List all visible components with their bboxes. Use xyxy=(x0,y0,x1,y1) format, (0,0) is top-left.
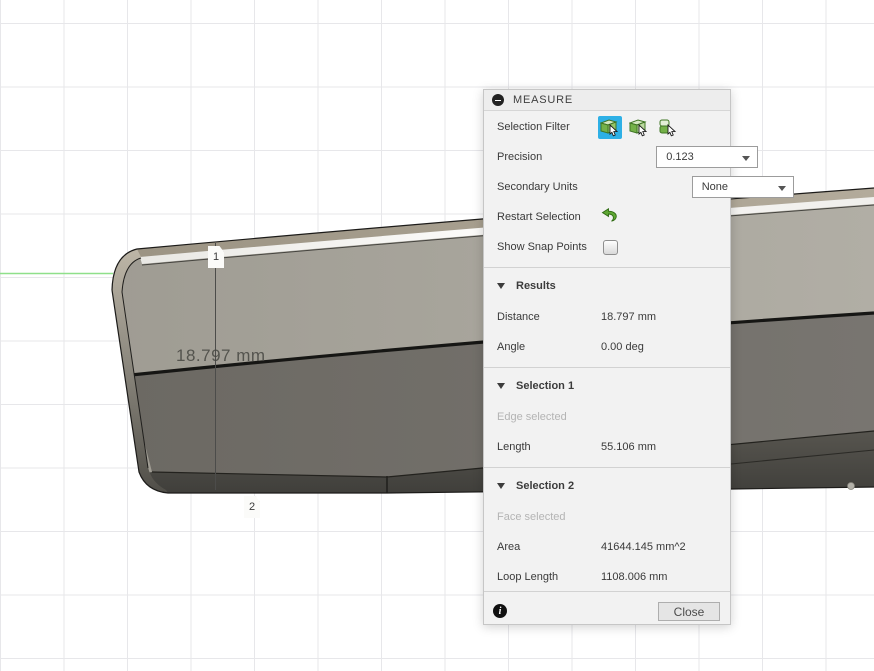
face-cube-icon xyxy=(629,118,649,137)
show-snap-points-row: Show Snap Points xyxy=(484,236,730,258)
chevron-down-icon xyxy=(742,156,750,161)
precision-label: Precision xyxy=(497,151,542,163)
precision-dropdown[interactable]: 0.123 xyxy=(656,146,758,168)
body-cube-icon xyxy=(600,118,620,137)
section-divider xyxy=(484,267,730,268)
results-header[interactable]: Results xyxy=(484,279,730,293)
undo-arrow-icon xyxy=(600,208,617,223)
show-snap-points-label: Show Snap Points xyxy=(497,241,587,253)
selection-filter-icons xyxy=(598,116,680,139)
selection2-header[interactable]: Selection 2 xyxy=(484,479,730,493)
close-button-label: Close xyxy=(674,605,705,619)
info-icon[interactable]: i xyxy=(493,604,507,618)
selection-filter-label: Selection Filter xyxy=(497,121,570,133)
distance-value: 18.797 mm xyxy=(601,311,656,323)
area-value: 41644.145 mm^2 xyxy=(601,541,686,553)
secondary-units-row: Secondary Units None xyxy=(484,176,730,198)
dialog-title: MEASURE xyxy=(513,94,573,106)
secondary-units-label: Secondary Units xyxy=(497,181,578,193)
point-2-label: 2 xyxy=(249,501,255,513)
area-row: Area 41644.145 mm^2 xyxy=(484,540,730,554)
show-snap-points-checkbox[interactable] xyxy=(603,240,618,255)
loop-length-value: 1108.006 mm xyxy=(601,571,667,583)
distance-label: Distance xyxy=(497,311,540,323)
measure-point-2-flag: 2 xyxy=(244,496,260,518)
loop-length-row: Loop Length 1108.006 mm xyxy=(484,570,730,584)
collapse-triangle-icon xyxy=(497,483,505,489)
selection1-status: Edge selected xyxy=(497,411,567,423)
footer-divider xyxy=(484,591,730,592)
viewport: 18.797 mm 1 2 xyxy=(0,0,874,671)
length-label: Length xyxy=(497,441,531,453)
selection1-header[interactable]: Selection 1 xyxy=(484,379,730,393)
secondary-units-dropdown[interactable]: None xyxy=(692,176,794,198)
section-divider xyxy=(484,467,730,468)
selection2-status-row: Face selected xyxy=(484,510,730,524)
selection1-status-row: Edge selected xyxy=(484,410,730,424)
selection2-title: Selection 2 xyxy=(516,480,574,492)
restart-selection-label: Restart Selection xyxy=(497,211,581,223)
length-row: Length 55.106 mm xyxy=(484,440,730,454)
measure-point-1-flag: 1 xyxy=(208,246,224,268)
select-component-filter-button[interactable] xyxy=(656,116,680,139)
selection-filter-row: Selection Filter xyxy=(484,114,730,140)
snap-point-dot xyxy=(848,483,855,490)
measure-dialog: MEASURE Selection Filter xyxy=(483,89,731,625)
select-body-filter-button[interactable] xyxy=(598,116,622,139)
loop-length-label: Loop Length xyxy=(497,571,558,583)
section-divider xyxy=(484,367,730,368)
cad-scene xyxy=(0,0,874,671)
angle-row: Angle 0.00 deg xyxy=(484,340,730,354)
selection2-status: Face selected xyxy=(497,511,565,523)
precision-row: Precision 0.123 xyxy=(484,146,730,168)
secondary-units-value: None xyxy=(702,181,728,193)
restart-selection-row: Restart Selection xyxy=(484,206,730,228)
area-label: Area xyxy=(497,541,520,553)
close-button[interactable]: Close xyxy=(658,602,720,621)
component-body-icon xyxy=(658,118,678,137)
select-face-filter-button[interactable] xyxy=(627,116,651,139)
selection1-title: Selection 1 xyxy=(516,380,574,392)
collapse-triangle-icon xyxy=(497,283,505,289)
distance-row: Distance 18.797 mm xyxy=(484,310,730,324)
length-value: 55.106 mm xyxy=(601,441,656,453)
dialog-titlebar: MEASURE xyxy=(484,90,730,111)
angle-value: 0.00 deg xyxy=(601,341,644,353)
collapse-dialog-icon[interactable] xyxy=(492,94,504,106)
restart-selection-button[interactable] xyxy=(600,208,617,226)
point-1-label: 1 xyxy=(213,251,219,263)
collapse-triangle-icon xyxy=(497,383,505,389)
chevron-down-icon xyxy=(778,186,786,191)
angle-label: Angle xyxy=(497,341,525,353)
precision-value: 0.123 xyxy=(666,151,694,163)
results-title: Results xyxy=(516,280,556,292)
